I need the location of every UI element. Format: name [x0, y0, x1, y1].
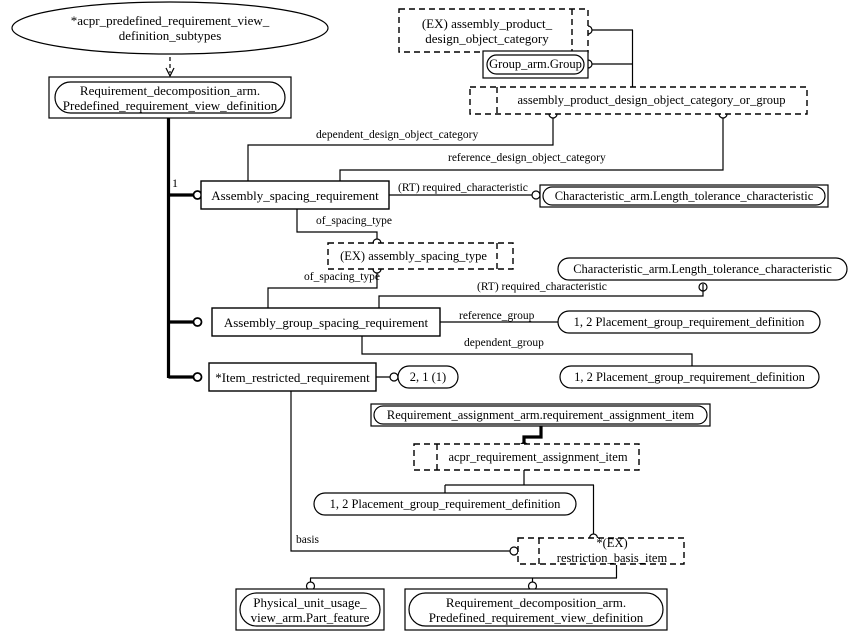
- supertype-spine: [166, 118, 203, 382]
- node-characteristic-2-shape: [557, 257, 848, 281]
- node-assembly-group-spacing-requirement-shape: [211, 307, 441, 337]
- edge-of-spacing-type-2: [267, 264, 382, 308]
- node-item-restricted-requirement-shape: [208, 362, 377, 392]
- node-assembly-product-category-shape: [398, 8, 589, 53]
- edge-required-characteristic-2: [378, 282, 708, 308]
- node-category-or-group-select-shape: [469, 86, 808, 115]
- node-restriction-basis-item-shape: [517, 537, 685, 565]
- node-subtypes-ellipse-shape: [11, 1, 329, 55]
- node-group-arm-group-shape: [482, 50, 589, 79]
- edge-item-restricted-badge: [376, 372, 399, 382]
- connector-layer: [11, 1, 848, 631]
- node-assembly-spacing-type-shape: [327, 242, 514, 270]
- node-placement-group-3-shape: [313, 492, 577, 516]
- node-item-restricted-badge-shape: [397, 365, 459, 389]
- node-assembly-spacing-requirement-shape: [200, 180, 390, 210]
- express-g-diagram: *acpr_predefined_requirement_view_ defin…: [0, 0, 857, 643]
- edge-restriction-basis-children: [305, 565, 618, 591]
- node-placement-group-1-shape: [557, 310, 821, 334]
- edge-of-spacing-type-1: [296, 209, 382, 248]
- node-acpr-requirement-assignment-item-shape: [413, 443, 640, 471]
- edge-required-characteristic-1: [389, 190, 541, 200]
- node-predefined-definition-2-shape: [404, 588, 668, 631]
- node-predefined-definition-shape: [48, 76, 292, 119]
- edge-dependent-group: [361, 336, 693, 366]
- node-characteristic-1-shape: [539, 184, 829, 208]
- node-requirement-assignment-item-shape: [370, 403, 711, 427]
- edge-category-to-select: [583, 25, 634, 90]
- node-part-feature-shape: [235, 588, 385, 631]
- node-placement-group-2-shape: [559, 365, 820, 389]
